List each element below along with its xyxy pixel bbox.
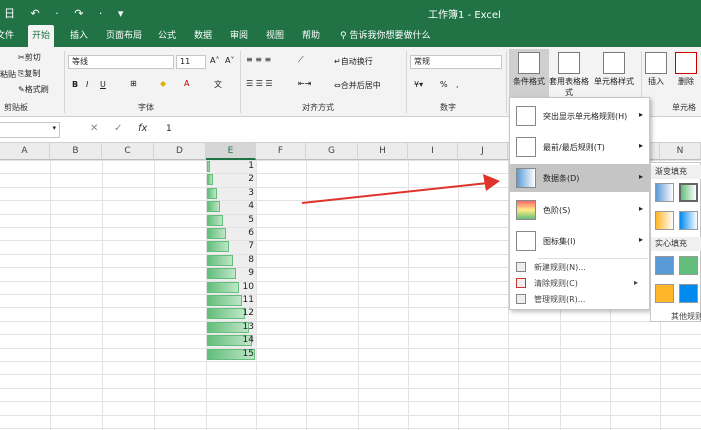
menu-item-color-scales[interactable]: 色阶(S) ▸ [510, 196, 649, 224]
chevron-right-icon: ▸ [638, 235, 643, 244]
solid-fill-header: 实心填充 [651, 237, 701, 251]
data-bars-icon [516, 168, 536, 188]
menu-item-data-bars[interactable]: 数据条(D) ▸ [510, 164, 649, 192]
solid-orange-swatch[interactable] [655, 284, 674, 303]
gradient-orange-swatch[interactable] [655, 211, 674, 230]
data-bars-submenu: 渐变填充 实心填充 其他规则 [650, 162, 701, 322]
more-rules-link[interactable]: 其他规则 [671, 311, 701, 322]
menu-item-highlight-rules[interactable]: 突出显示单元格规则(H) ▸ [510, 102, 649, 130]
menu-item-new-rule[interactable]: 新建规则(N)... [510, 259, 649, 276]
chevron-right-icon: ▸ [638, 141, 643, 150]
highlight-rules-icon [516, 106, 536, 126]
solid-lightblue-swatch[interactable] [679, 284, 698, 303]
chevron-right-icon: ▸ [638, 110, 643, 119]
menu-item-manage-rules[interactable]: 管理规则(R)... [510, 291, 649, 308]
menu-item-clear-rules[interactable]: 清除规则(C) ▸ [510, 275, 649, 292]
menu-item-icon-sets[interactable]: 图标集(I) ▸ [510, 227, 649, 255]
gradient-blue-swatch[interactable] [655, 183, 674, 202]
new-rule-icon [516, 262, 526, 272]
solid-green-swatch[interactable] [679, 256, 698, 275]
chevron-right-icon: ▸ [638, 204, 643, 213]
chevron-right-icon: ▸ [638, 172, 643, 181]
manage-rules-icon [516, 294, 526, 304]
icon-sets-icon [516, 231, 536, 251]
gradient-green-swatch[interactable] [679, 183, 698, 202]
top-bottom-icon [516, 137, 536, 157]
gradient-fill-header: 渐变填充 [651, 165, 701, 179]
eraser-icon [516, 278, 526, 288]
chevron-right-icon: ▸ [634, 278, 639, 287]
solid-blue-swatch[interactable] [655, 256, 674, 275]
menu-item-top-bottom-rules[interactable]: 最前/最后规则(T) ▸ [510, 133, 649, 161]
conditional-format-menu: 突出显示单元格规则(H) ▸ 最前/最后规则(T) ▸ 数据条(D) ▸ 色阶(… [509, 97, 650, 310]
color-scale-icon [516, 200, 536, 220]
gradient-lightblue-swatch[interactable] [679, 211, 698, 230]
